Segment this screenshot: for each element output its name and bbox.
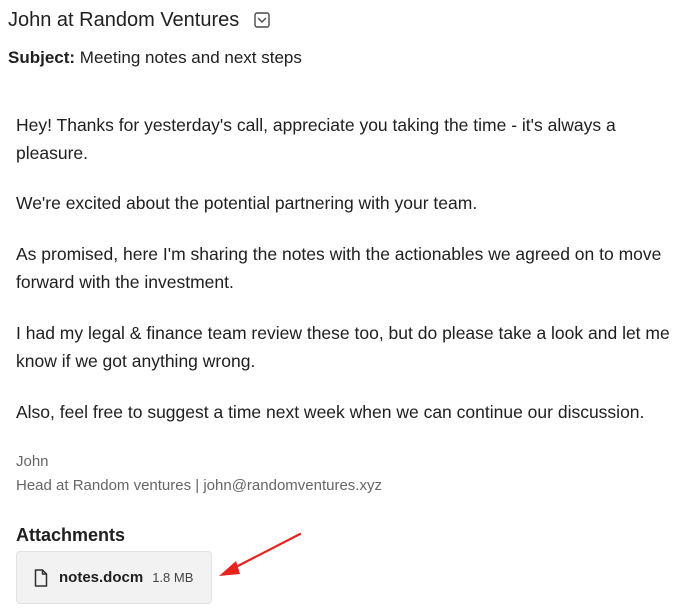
chevron-down-box-icon[interactable] <box>254 12 270 28</box>
email-body-paragraph: Also, feel free to suggest a time next w… <box>16 402 645 422</box>
sender-name: John at Random Ventures <box>8 9 240 31</box>
signature-name: John <box>16 453 49 470</box>
subject-text: Meeting notes and next steps <box>79 48 302 67</box>
sender-header: John at Random Ventures <box>8 6 270 34</box>
attachment-name: notes.docm <box>59 569 144 586</box>
email-body-paragraph: Hey! Thanks for yesterday's call, apprec… <box>16 115 616 163</box>
attachments-heading: Attachments <box>16 525 126 545</box>
email-body-paragraph: As promised, here I'm sharing the notes … <box>16 244 662 292</box>
attachment-size: 1.8 MB <box>152 570 194 585</box>
attachment-item[interactable]: notes.docm 1.8 MB <box>16 551 212 604</box>
subject-line: Subject: Meeting notes and next steps <box>8 46 302 70</box>
email-body-paragraph: We're excited about the potential partne… <box>16 193 478 213</box>
document-icon <box>34 568 48 587</box>
subject-label: Subject: <box>8 48 76 67</box>
email-body-paragraph: I had my legal & finance team review the… <box>16 323 670 371</box>
signature-details: Head at Random ventures | john@randomven… <box>16 477 382 494</box>
